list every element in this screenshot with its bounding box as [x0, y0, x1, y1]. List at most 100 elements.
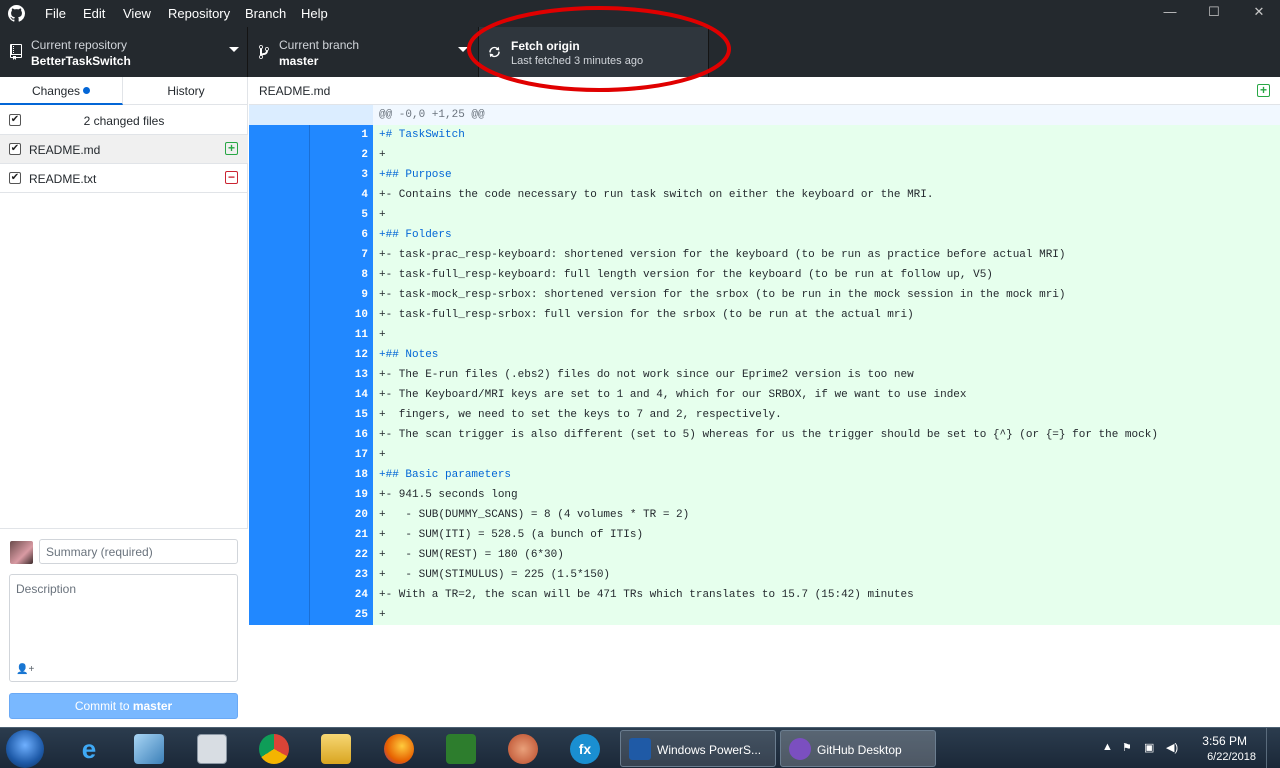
github-desktop-icon	[789, 738, 811, 760]
menu-branch[interactable]: Branch	[245, 6, 286, 21]
line-number: 15	[309, 405, 373, 425]
diff-line-text: +## Purpose	[373, 165, 1280, 185]
file-added-icon: +	[225, 142, 238, 155]
notepad-icon[interactable]	[134, 734, 164, 764]
menu-help[interactable]: Help	[301, 6, 328, 21]
current-branch-button[interactable]: Current branch master	[248, 27, 479, 77]
app-face-icon[interactable]	[508, 734, 538, 764]
chevron-down-icon	[229, 47, 239, 52]
action-center-flag-icon[interactable]: ⚑	[1122, 741, 1132, 754]
menu-view[interactable]: View	[123, 6, 151, 21]
git-branch-icon	[259, 44, 269, 59]
network-icon[interactable]: ▣	[1144, 741, 1154, 754]
sidebar-tabs: Changes History	[0, 77, 248, 105]
line-number: 25	[309, 605, 373, 625]
line-number: 8	[309, 265, 373, 285]
diff-line: 15 + fingers, we need to set the keys to …	[249, 405, 1280, 425]
firefox-icon[interactable]	[384, 734, 414, 764]
line-number: 9	[309, 285, 373, 305]
commit-button-branch: master	[132, 699, 173, 713]
add-coauthor-icon[interactable]: 👤+	[16, 664, 34, 675]
line-number: 2	[309, 145, 373, 165]
gutter-old	[249, 545, 309, 565]
diff-line-text: +- The Keyboard/MRI keys are set to 1 an…	[373, 385, 1280, 405]
app-fx-icon[interactable]: fx	[570, 734, 600, 764]
chrome-icon[interactable]	[259, 734, 289, 764]
current-branch-name: master	[279, 54, 319, 68]
file-added-icon: +	[1257, 84, 1270, 97]
internet-explorer-icon[interactable]: e	[74, 734, 104, 764]
taskbar-app-label: GitHub Desktop	[817, 743, 902, 757]
diff-header: README.md +	[249, 77, 1280, 105]
file-checkbox[interactable]: ✔	[9, 143, 21, 155]
line-number: 17	[309, 445, 373, 465]
diff-line: 7 +- task-prac_resp-keyboard: shortened v…	[249, 245, 1280, 265]
menu-repository[interactable]: Repository	[168, 6, 230, 21]
current-repository-name: BetterTaskSwitch	[31, 54, 131, 68]
diff-line-text: +- With a TR=2, the scan will be 471 TRs…	[373, 585, 1280, 605]
start-button[interactable]	[6, 730, 44, 768]
diff-line: 4 +- Contains the code necessary to run t…	[249, 185, 1280, 205]
diff-line-text: +## Notes	[373, 345, 1280, 365]
diff-line-text: +- The E-run files (.ebs2) files do not …	[373, 365, 1280, 385]
close-button[interactable]: ✕	[1249, 4, 1269, 20]
file-row-readme-txt[interactable]: ✔ README.txt −	[0, 164, 248, 193]
clock-date[interactable]: 6/22/2018	[1207, 751, 1256, 763]
summary-input[interactable]	[39, 539, 238, 564]
show-desktop-button[interactable]	[1266, 728, 1280, 768]
diff-line-text: +- 941.5 seconds long	[373, 485, 1280, 505]
diff-line-text: +- task-full_resp-srbox: full version fo…	[373, 305, 1280, 325]
tab-changes-label: Changes	[31, 84, 81, 98]
gutter-old	[249, 285, 309, 305]
diff-line: 12 +## Notes	[249, 345, 1280, 365]
gutter-old	[249, 125, 309, 145]
windows-taskbar: e fx Windows PowerS... GitHub Desktop ▲ …	[0, 727, 1280, 768]
clock-time[interactable]: 3:56 PM	[1202, 734, 1247, 748]
gutter-old	[249, 385, 309, 405]
diff-line: 22 + - SUM(REST) = 180 (6*30)	[249, 545, 1280, 565]
gutter-old	[249, 165, 309, 185]
file-row-readme-md[interactable]: ✔ README.md +	[0, 135, 248, 164]
gutter-old	[249, 585, 309, 605]
file-checkbox[interactable]: ✔	[9, 172, 21, 184]
app-icon[interactable]	[446, 734, 476, 764]
show-hidden-icons-icon[interactable]: ▲	[1102, 741, 1113, 753]
line-number: 22	[309, 545, 373, 565]
line-number: 5	[309, 205, 373, 225]
diff-line-text: +	[373, 145, 1280, 165]
commit-button[interactable]: Commit to master	[9, 693, 238, 719]
diff-line: 9 +- task-mock_resp-srbox: shortened vers…	[249, 285, 1280, 305]
avatar	[10, 541, 33, 564]
description-textarea[interactable]	[10, 575, 237, 681]
taskbar-github-desktop[interactable]: GitHub Desktop	[780, 730, 936, 767]
diff-line: 14 +- The Keyboard/MRI keys are set to 1 …	[249, 385, 1280, 405]
menu-file[interactable]: File	[45, 6, 66, 21]
tab-changes[interactable]: Changes	[0, 77, 123, 105]
file-removed-icon: −	[225, 171, 238, 184]
gutter-old	[249, 145, 309, 165]
gutter-old	[249, 445, 309, 465]
diff-line-text: + - SUB(DUMMY_SCANS) = 8 (4 volumes * TR…	[373, 505, 1280, 525]
sync-icon	[489, 46, 500, 58]
taskbar-app-label: Windows PowerS...	[657, 743, 762, 757]
gutter-old	[249, 365, 309, 385]
gutter-old	[249, 425, 309, 445]
file-explorer-icon[interactable]	[321, 734, 351, 764]
maximize-button[interactable]: ☐	[1204, 4, 1224, 20]
tab-history[interactable]: History	[124, 77, 248, 105]
fetch-origin-button[interactable]: Fetch origin Last fetched 3 minutes ago	[479, 27, 709, 77]
taskbar-powershell[interactable]: Windows PowerS...	[620, 730, 776, 767]
diff-line-text: +	[373, 325, 1280, 345]
diff-line: 23 + - SUM(STIMULUS) = 225 (1.5*150)	[249, 565, 1280, 585]
diff-line: 1 +# TaskSwitch	[249, 125, 1280, 145]
line-number: 11	[309, 325, 373, 345]
menu-edit[interactable]: Edit	[83, 6, 105, 21]
calculator-icon[interactable]	[197, 734, 227, 764]
diff-line-text: +- task-mock_resp-srbox: shortened versi…	[373, 285, 1280, 305]
volume-icon[interactable]: ◀)	[1166, 741, 1178, 754]
diff-line-text: +- task-prac_resp-keyboard: shortened ve…	[373, 245, 1280, 265]
diff-file-name: README.md	[259, 84, 331, 98]
diff-line-text: +## Folders	[373, 225, 1280, 245]
current-repository-button[interactable]: Current repository BetterTaskSwitch	[0, 27, 248, 77]
minimize-button[interactable]: —	[1160, 4, 1180, 19]
